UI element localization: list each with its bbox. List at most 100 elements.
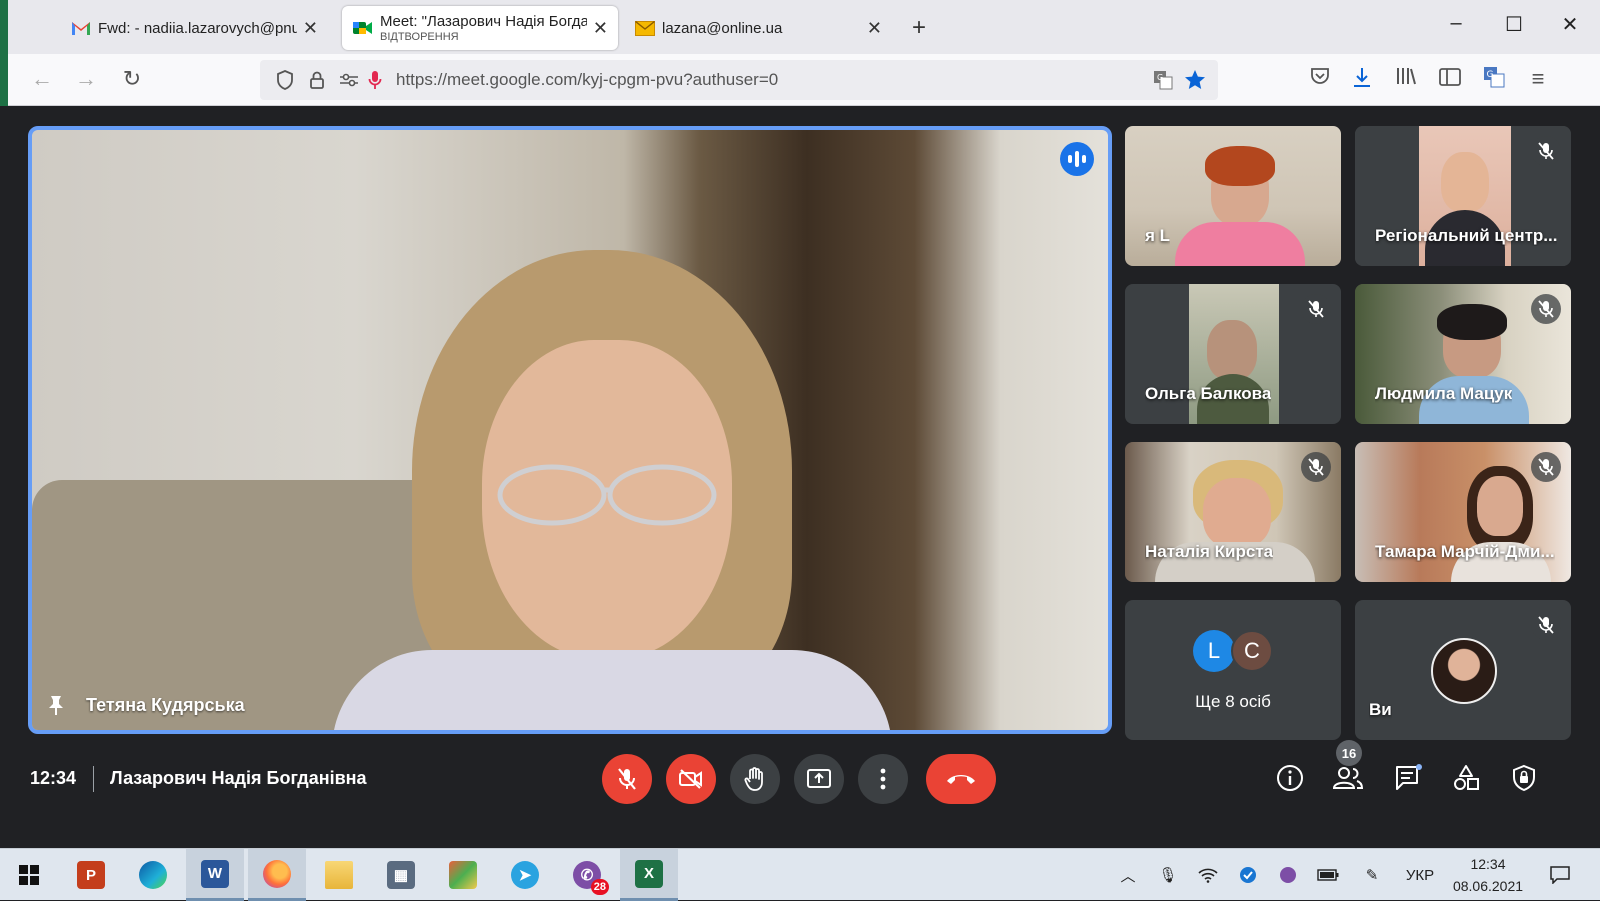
library-icon[interactable] xyxy=(1392,66,1420,92)
close-window-button[interactable]: ✕ xyxy=(1558,12,1582,37)
browser-nav-bar: ← → ↻ https://meet.google.com/kyj-cpgm-p… xyxy=(8,54,1600,106)
people-icon xyxy=(1333,767,1363,789)
shield-icon[interactable] xyxy=(274,69,296,91)
new-tab-button[interactable]: + xyxy=(912,14,926,42)
hand-icon xyxy=(744,767,763,791)
telegram-icon: ➤ xyxy=(511,861,539,889)
participant-head xyxy=(1207,320,1257,380)
translate-icon[interactable]: G xyxy=(1152,69,1174,91)
maximize-button[interactable]: ☐ xyxy=(1502,12,1526,37)
translate-extension-icon[interactable]: G xyxy=(1480,66,1508,94)
taskbar-viber[interactable]: ✆ 28 xyxy=(558,849,616,901)
system-clock[interactable]: 12:34 08.06.2021 xyxy=(1448,853,1528,897)
meet-stage: Тетяна Кудярська я L Регіональний центр.… xyxy=(8,106,1600,848)
minimize-button[interactable]: – xyxy=(1444,12,1468,35)
taskbar-calculator[interactable]: ▦ xyxy=(372,849,430,901)
raise-hand-button[interactable] xyxy=(730,754,780,804)
sidebar-icon[interactable] xyxy=(1436,66,1464,92)
participant-hair xyxy=(1437,304,1507,340)
forward-button[interactable]: → xyxy=(72,66,100,92)
battery-icon[interactable] xyxy=(1316,863,1340,887)
svg-text:G: G xyxy=(1487,70,1494,80)
taskbar-word[interactable]: W xyxy=(186,849,244,901)
meeting-title: Лазарович Надія Богданівна xyxy=(110,768,367,788)
language-indicator[interactable]: УКР xyxy=(1404,863,1436,887)
meeting-details-button[interactable] xyxy=(1272,760,1308,796)
vpn-tray-icon[interactable] xyxy=(1236,863,1260,887)
browser-tab-bar: Fwd: - nadiia.lazarovych@pnu.e ✕ Meet: "… xyxy=(0,0,1600,106)
taskbar-paint[interactable] xyxy=(434,849,492,901)
tab-audio-status: ВІДТВОРЕННЯ xyxy=(380,31,459,43)
powerpoint-icon: P xyxy=(77,861,105,889)
main-speaker-tile[interactable]: Тетяна Кудярська xyxy=(28,126,1112,734)
tab-meet[interactable]: Meet: "Лазарович Надія Богда ВІДТВОРЕННЯ… xyxy=(342,6,618,50)
firefox-icon xyxy=(263,859,291,888)
notification-badge: 28 xyxy=(590,879,609,895)
self-tile[interactable]: Ви xyxy=(1355,600,1571,740)
activities-button[interactable] xyxy=(1448,760,1484,796)
microphone-icon[interactable] xyxy=(364,69,386,91)
wifi-icon[interactable] xyxy=(1196,863,1220,887)
more-options-button[interactable] xyxy=(858,754,908,804)
microphone-tray-icon[interactable]: 🎙 xyxy=(1156,863,1180,887)
participant-tile[interactable]: Регіональний центр... xyxy=(1355,126,1571,266)
present-screen-button[interactable] xyxy=(794,754,844,804)
more-participants-label: Ще 8 осіб xyxy=(1195,692,1271,711)
tab-online-mail[interactable]: lazana@online.ua ✕ xyxy=(624,6,892,50)
viber-icon: ✆ 28 xyxy=(573,861,609,895)
chevron-up-icon[interactable]: ︿ xyxy=(1116,863,1140,887)
mic-off-icon xyxy=(1531,610,1561,640)
windows-start-button[interactable] xyxy=(0,849,58,901)
edge-icon xyxy=(139,861,167,889)
participant-name: Ольга Балкова xyxy=(1145,384,1272,403)
tab-title: Fwd: - nadiia.lazarovych@pnu.e xyxy=(98,19,297,37)
clock-date: 08.06.2021 xyxy=(1452,878,1524,894)
leave-call-button[interactable] xyxy=(926,754,996,804)
taskbar-powerpoint[interactable]: P xyxy=(62,849,120,901)
pocket-icon[interactable] xyxy=(1306,66,1334,92)
tab-title: Meet: "Лазарович Надія Богда xyxy=(380,13,587,30)
speaker-video xyxy=(332,250,892,730)
close-icon[interactable]: ✕ xyxy=(593,18,608,39)
participant-tile[interactable]: я L xyxy=(1125,126,1341,266)
shield-lock-icon xyxy=(1513,764,1535,792)
file-explorer-icon xyxy=(325,861,353,889)
camera-off-icon xyxy=(679,769,702,789)
viber-tray-icon[interactable] xyxy=(1276,863,1300,887)
taskbar-firefox[interactable] xyxy=(248,849,306,901)
reload-button[interactable]: ↻ xyxy=(118,66,146,92)
close-icon[interactable]: ✕ xyxy=(867,18,882,39)
participant-tile[interactable]: Людмила Мацук xyxy=(1355,284,1571,424)
back-button[interactable]: ← xyxy=(28,66,56,92)
lock-icon[interactable] xyxy=(306,69,328,91)
participant-tile[interactable]: Наталія Кирста xyxy=(1125,442,1341,582)
background-window-strip xyxy=(0,0,8,106)
bookmark-star-icon[interactable] xyxy=(1184,69,1206,91)
camera-toggle-button[interactable] xyxy=(666,754,716,804)
participant-tile[interactable]: Тамара Марчій-Дми... xyxy=(1355,442,1571,582)
taskbar-edge[interactable] xyxy=(124,849,182,901)
tab-gmail[interactable]: Fwd: - nadiia.lazarovych@pnu.e ✕ xyxy=(60,6,328,50)
host-controls-button[interactable] xyxy=(1506,760,1542,796)
permissions-icon[interactable] xyxy=(338,69,360,91)
taskbar-telegram[interactable]: ➤ xyxy=(496,849,554,901)
address-bar[interactable]: https://meet.google.com/kyj-cpgm-pvu?aut… xyxy=(260,60,1218,100)
downloads-icon[interactable] xyxy=(1348,66,1376,94)
participant-tile[interactable]: Ольга Балкова xyxy=(1125,284,1341,424)
paint-icon xyxy=(449,861,477,889)
notifications-icon[interactable] xyxy=(1548,863,1572,887)
taskbar-excel[interactable]: X xyxy=(620,849,678,901)
more-vert-icon xyxy=(880,768,886,790)
more-participants-tile[interactable]: L C Ще 8 осіб xyxy=(1125,600,1341,740)
pin-icon[interactable] xyxy=(46,694,66,716)
windows-taskbar: P W ▦ ➤ ✆ 28 X ︿ 🎙 ✎ УКР 12:34 08.06.202… xyxy=(0,848,1600,901)
speaker-glasses xyxy=(497,464,717,526)
taskbar-file-explorer[interactable] xyxy=(310,849,368,901)
mic-off-icon xyxy=(1531,294,1561,324)
meeting-control-bar: 12:34 Лазарович Надія Богданівна 16 xyxy=(8,740,1600,838)
chat-button[interactable] xyxy=(1390,760,1426,796)
close-icon[interactable]: ✕ xyxy=(303,18,318,39)
mic-toggle-button[interactable] xyxy=(602,754,652,804)
pen-icon[interactable]: ✎ xyxy=(1360,863,1384,887)
menu-icon[interactable]: ≡ xyxy=(1524,66,1552,92)
